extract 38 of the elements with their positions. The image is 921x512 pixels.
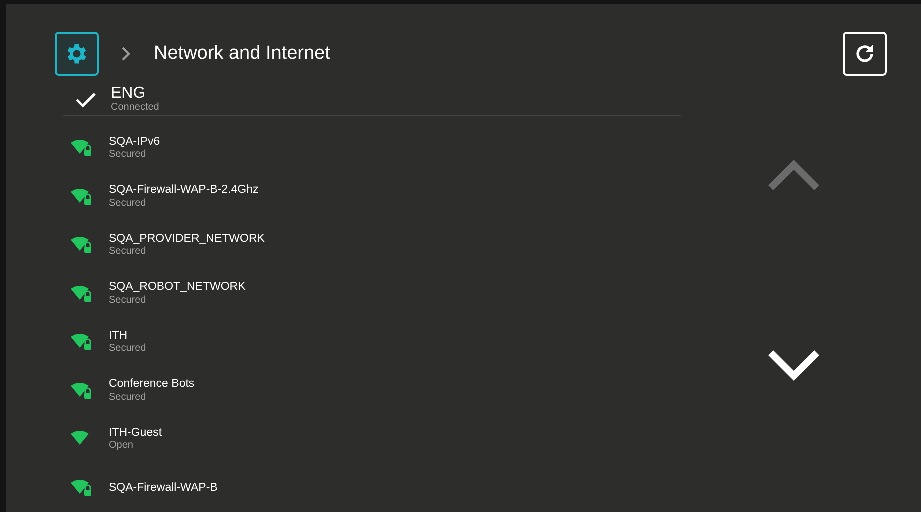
network-name: ENG [111,86,147,102]
network-status: Secured [109,343,146,356]
network-status: Secured [109,392,148,404]
network-status: Secured [109,198,148,210]
wifi-lock-icon [71,382,93,400]
network-item[interactable]: SQA-Firewall-WAP-B-2.4Ghz Secured [55,172,686,221]
network-status: Secured [109,149,148,162]
connected-network[interactable]: ENG Connected [63,84,681,116]
network-item[interactable]: Conference Bots Secured [55,366,686,415]
network-name: SQA-Firewall-WAP-B [109,480,218,495]
wifi-lock-icon [71,284,93,303]
network-name: ITH-Guest [109,426,162,440]
chevron-right-icon [121,46,131,62]
network-item[interactable]: ITH Secured [55,318,686,366]
network-item[interactable]: SQA_PROVIDER_NETWORK Secured [55,221,686,270]
wifi-lock-icon [71,236,93,254]
network-name: SQA_ROBOT_NETWORK [109,280,246,295]
wifi-lock-icon [71,139,93,158]
network-item[interactable]: SQA-IPv6 Secured [55,124,686,172]
wifi-lock-icon [71,333,93,352]
network-item[interactable]: SQA_ROBOT_NETWORK Secured [55,270,686,318]
network-name: Conference Bots [109,377,195,392]
network-status: Secured [109,246,148,259]
network-item[interactable]: SQA-Firewall-WAP-B [55,464,686,512]
breadcrumb-title: Network and Internet [154,42,330,66]
network-name: SQA_PROVIDER_NETWORK [109,232,265,246]
network-status: Open [109,440,134,453]
settings-button[interactable] [55,32,99,76]
checkmark-icon [75,92,97,108]
wifi-lock-icon [71,478,93,497]
network-item[interactable]: ITH-Guest Open [55,415,686,464]
network-name: ITH [109,328,129,344]
network-name: SQA-IPv6 [109,134,160,150]
wifi-lock-icon [71,188,93,206]
network-status: Secured [109,294,148,308]
network-status: Connected [111,103,160,113]
refresh-button[interactable] [843,32,887,76]
network-name: SQA-Firewall-WAP-B-2.4Ghz [109,183,259,198]
